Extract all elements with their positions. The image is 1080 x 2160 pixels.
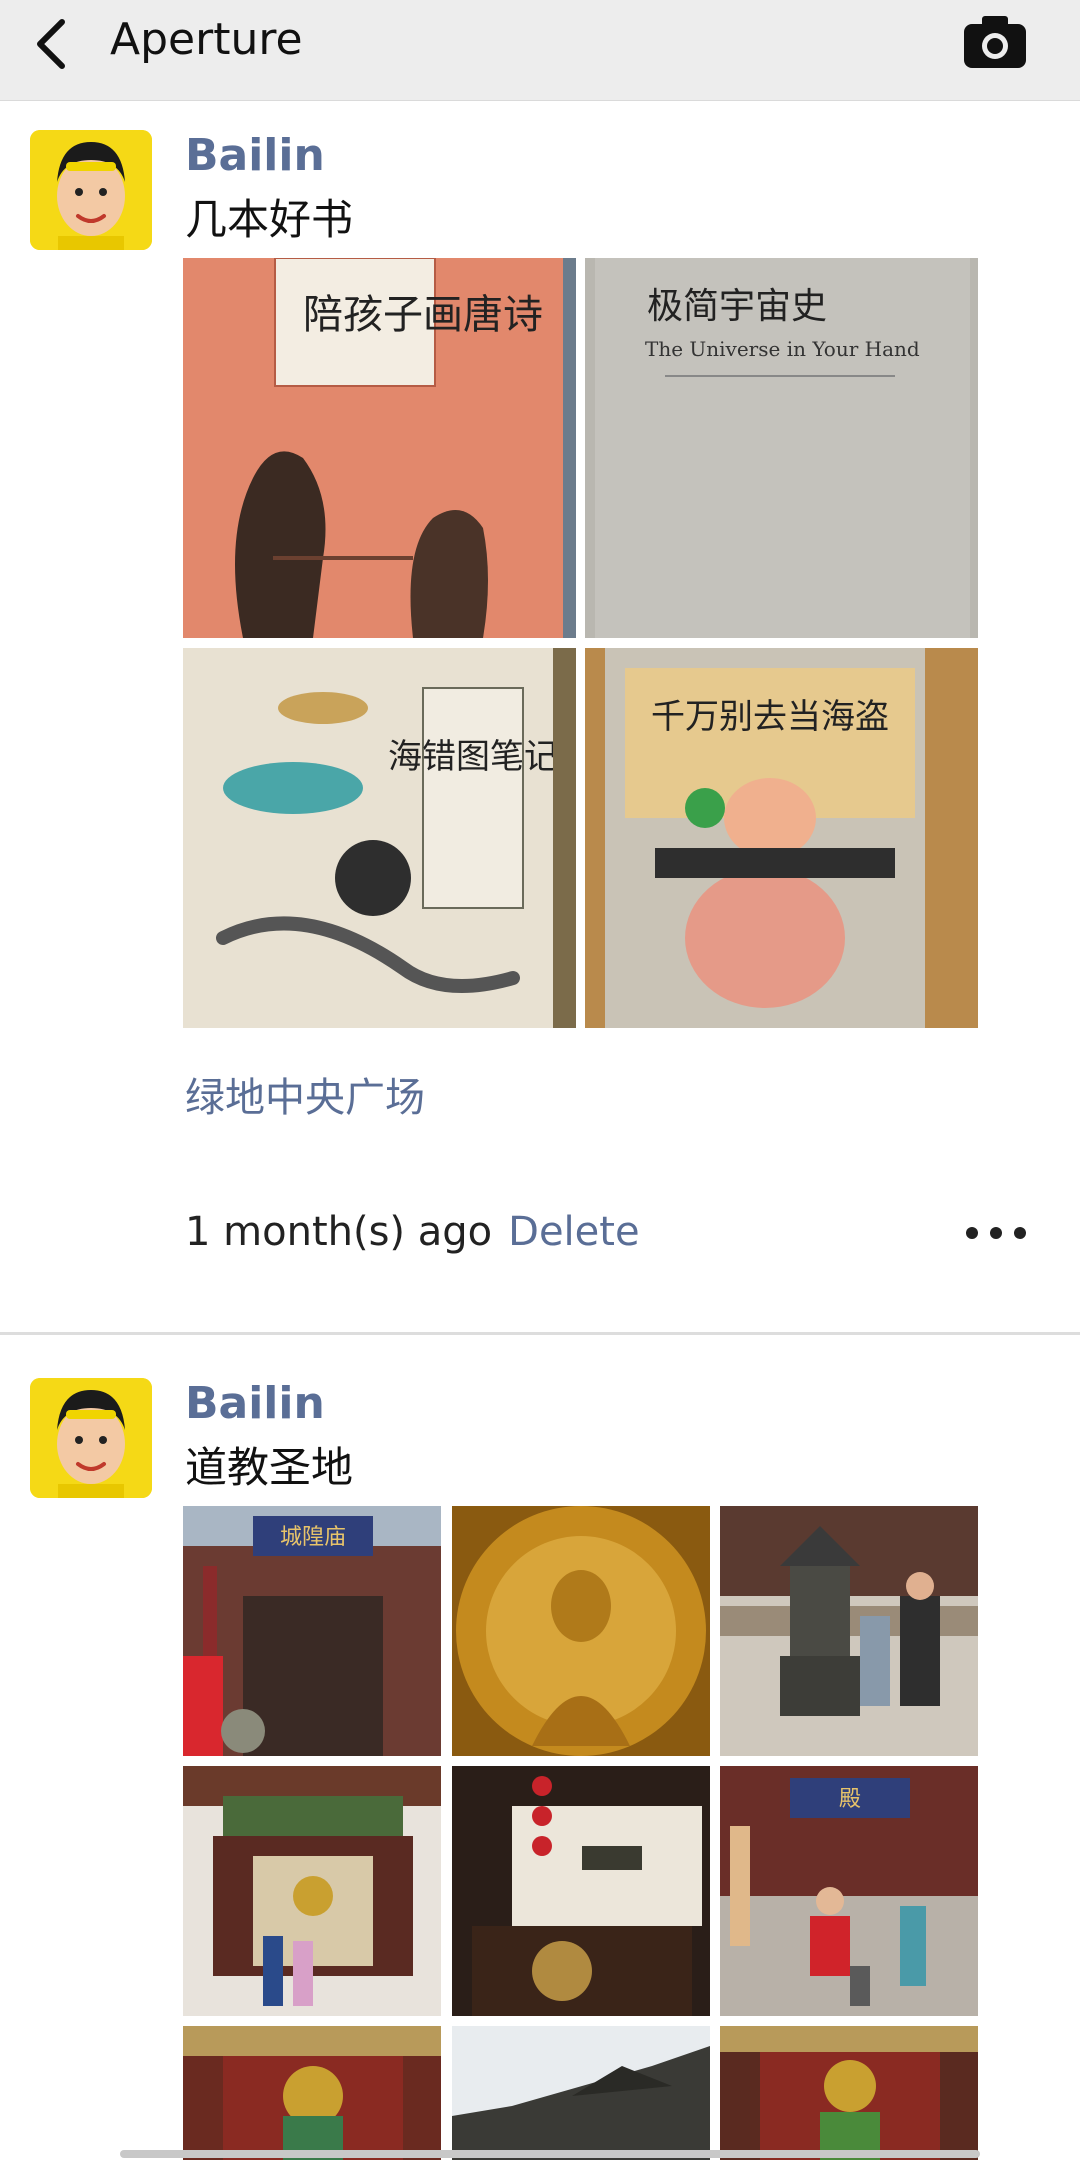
moment-post: Bailin 道教圣地 城隍庙 殿 [0, 1334, 1080, 2160]
photo-thumbnail[interactable]: 陪孩子画唐诗 [183, 258, 576, 638]
page-title: Aperture [110, 14, 303, 65]
photo-thumbnail[interactable] [452, 1506, 710, 1756]
post-text: 几本好书 [185, 195, 354, 244]
photo-thumbnail[interactable] [183, 1766, 441, 2016]
photo-thumbnail[interactable] [183, 2026, 441, 2160]
username[interactable]: Bailin [185, 1376, 325, 1432]
photo-thumbnail[interactable]: 殿 [720, 1766, 978, 2016]
horizontal-scrollbar[interactable] [120, 2150, 980, 2158]
book-subtitle-text: The Universe in Your Hand [645, 337, 920, 361]
photo-thumbnail[interactable] [720, 2026, 978, 2160]
photo-thumbnail[interactable]: 极简宇宙史 The Universe in Your Hand [585, 258, 978, 638]
book-title-text: 极简宇宙史 [647, 286, 827, 327]
more-icon[interactable] [964, 1221, 1028, 1245]
photo-thumbnail[interactable]: 城隍庙 [183, 1506, 441, 1756]
book-title-text: 海错图笔记 [388, 737, 558, 777]
book-title-text: 千万别去当海盗 [651, 697, 889, 737]
moment-post: Bailin 几本好书 陪孩子画唐诗 极简宇宙史 The Universe in… [0, 100, 1080, 1333]
camera-icon[interactable] [960, 12, 1030, 72]
post-timestamp: 1 month(s) ago [185, 1209, 493, 1255]
photo-thumbnail[interactable] [720, 1506, 978, 1756]
photo-thumbnail[interactable] [452, 1766, 710, 2016]
username[interactable]: Bailin [185, 128, 325, 184]
sign-text: 殿 [839, 1787, 861, 1812]
book-title-text: 陪孩子画唐诗 [303, 292, 543, 338]
avatar[interactable] [30, 1378, 152, 1498]
photo-thumbnail[interactable] [452, 2026, 710, 2160]
photo-thumbnail[interactable]: 千万别去当海盗 [585, 648, 978, 1028]
avatar[interactable] [30, 130, 152, 250]
delete-button[interactable]: Delete [508, 1204, 639, 1260]
top-bar: Aperture [0, 0, 1080, 101]
sign-text: 城隍庙 [280, 1525, 346, 1550]
post-text: 道教圣地 [185, 1443, 354, 1492]
chevron-left-icon[interactable] [30, 16, 74, 72]
location-link[interactable]: 绿地中央广场 [185, 1070, 425, 1126]
photo-thumbnail[interactable]: 海错图笔记 [183, 648, 576, 1028]
